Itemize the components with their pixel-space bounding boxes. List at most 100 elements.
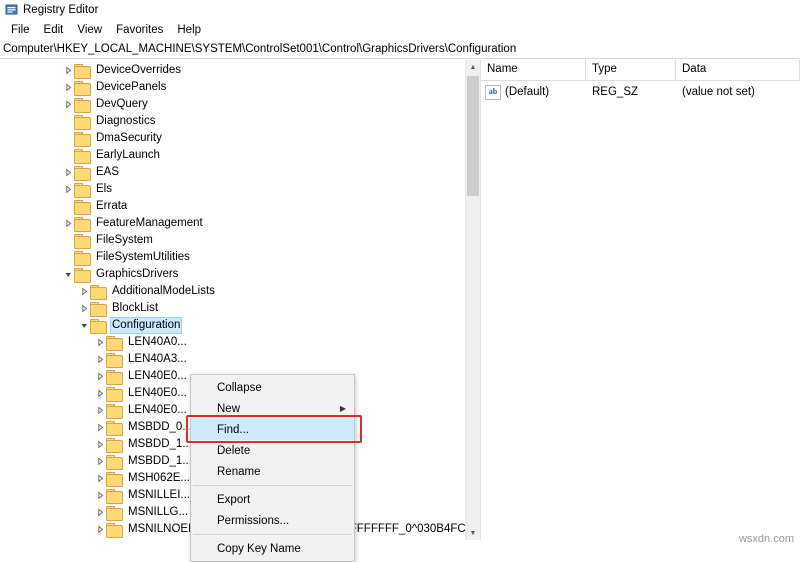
tree-node-deviceoverrides[interactable]: DeviceOverrides [0, 62, 466, 79]
tree-node-len40a0[interactable]: LEN40A0... [0, 334, 466, 351]
chevron-right-icon[interactable] [94, 538, 106, 540]
chevron-right-icon[interactable] [94, 385, 106, 402]
tree-node-label: LEN40E0... [128, 387, 187, 399]
content-area: DeviceOverrides DevicePanels DevQuery Diagn… [0, 59, 800, 562]
menu-help[interactable]: Help [170, 22, 208, 39]
context-menu[interactable]: Collapse New ▶ Find... Delete Rename Export Per… [190, 374, 355, 562]
column-header-data[interactable]: Data [676, 60, 800, 80]
folder-icon [74, 63, 91, 79]
tree-node-label: MSH062E... [128, 472, 190, 484]
menu-edit[interactable]: Edit [37, 22, 71, 39]
tree-node-devquery[interactable]: DevQuery [0, 96, 466, 113]
chevron-right-icon[interactable] [94, 487, 106, 504]
folder-icon [106, 335, 123, 351]
address-bar[interactable]: Computer\HKEY_LOCAL_MACHINE\SYSTEM\Contr… [0, 40, 800, 59]
chevron-right-icon[interactable] [94, 504, 106, 521]
chevron-right-icon[interactable] [94, 419, 106, 436]
folder-icon [74, 216, 91, 232]
folder-icon [74, 97, 91, 113]
scroll-up-arrow-icon[interactable]: ▲ [466, 60, 480, 74]
chevron-right-icon[interactable] [94, 436, 106, 453]
chevron-right-icon[interactable] [62, 96, 74, 113]
chevron-right-icon[interactable] [62, 62, 74, 79]
folder-icon [74, 199, 91, 215]
folder-icon [106, 539, 122, 540]
tree-node-dmasecurity[interactable]: DmaSecurity [0, 130, 466, 147]
scroll-thumb[interactable] [467, 76, 479, 196]
tree-node-label: MSBDD_0... [128, 421, 192, 433]
context-menu-item-collapse[interactable]: Collapse [191, 377, 354, 398]
folder-icon [74, 165, 91, 181]
tree-node-errata[interactable]: Errata [0, 198, 466, 215]
tree-node-filesystem[interactable]: FileSystem [0, 232, 466, 249]
tree-node-label: AdditionalModeLists [112, 285, 215, 297]
tree-node-additionalmodelists[interactable]: AdditionalModeLists [0, 283, 466, 300]
tree-node-label: LEN40E0... [128, 404, 187, 416]
menu-favorites[interactable]: Favorites [109, 22, 170, 39]
tree-node-els[interactable]: Els [0, 181, 466, 198]
tree-node-label: Configuration [110, 317, 183, 334]
chevron-right-icon[interactable] [62, 215, 74, 232]
tree-node-filesystemutilities[interactable]: FileSystemUtilities [0, 249, 466, 266]
values-list-pane: Name Type Data ab (Default) REG_SZ (valu… [481, 60, 800, 540]
tree-node-earlylaunch[interactable]: EarlyLaunch [0, 147, 466, 164]
context-menu-item-label: Collapse [217, 381, 262, 394]
chevron-right-icon[interactable] [94, 351, 106, 368]
chevron-right-icon[interactable] [78, 300, 90, 317]
menu-file[interactable]: File [4, 22, 37, 39]
tree-node-label: Diagnostics [96, 115, 156, 127]
context-menu-item-permissions[interactable]: Permissions... [191, 510, 354, 531]
tree-node-len40a3[interactable]: LEN40A3... [0, 351, 466, 368]
context-menu-item-rename[interactable]: Rename [191, 461, 354, 482]
folder-icon [74, 182, 91, 198]
context-menu-item-label: Find... [217, 423, 249, 436]
chevron-right-icon[interactable] [94, 470, 106, 487]
folder-icon [90, 301, 107, 317]
chevron-right-icon[interactable] [78, 283, 90, 300]
column-header-name[interactable]: Name [481, 60, 586, 80]
chevron-right-icon[interactable] [94, 402, 106, 419]
chevron-down-icon[interactable] [62, 266, 74, 283]
tree-node-label: Els [96, 183, 112, 195]
tree-node-featuremanagement[interactable]: FeatureManagement [0, 215, 466, 232]
context-menu-item-find[interactable]: Find... [191, 419, 354, 440]
chevron-right-icon[interactable] [62, 164, 74, 181]
context-menu-item-new[interactable]: New ▶ [191, 398, 354, 419]
tree-node-eas[interactable]: EAS [0, 164, 466, 181]
chevron-right-icon[interactable] [62, 79, 74, 96]
folder-icon [106, 454, 123, 470]
tree-vertical-scrollbar[interactable]: ▲ ▼ [465, 60, 480, 540]
context-menu-item-copy-key-name[interactable]: Copy Key Name [191, 538, 354, 559]
chevron-right-icon[interactable] [94, 334, 106, 351]
title-bar: Registry Editor [0, 0, 800, 21]
context-menu-item-export[interactable]: Export [191, 489, 354, 510]
tree-node-diagnostics[interactable]: Diagnostics [0, 113, 466, 130]
folder-icon [106, 420, 123, 436]
tree-node-label: LEN40A0... [128, 336, 187, 348]
folder-icon [74, 148, 91, 164]
column-header-type[interactable]: Type [586, 60, 676, 80]
folder-icon [74, 114, 91, 130]
folder-icon [74, 267, 91, 283]
menu-view[interactable]: View [70, 22, 109, 39]
tree-node-label: DmaSecurity [96, 132, 162, 144]
chevron-right-icon[interactable] [94, 368, 106, 385]
context-menu-item-delete[interactable]: Delete [191, 440, 354, 461]
chevron-right-icon[interactable] [94, 453, 106, 470]
tree-node-configuration[interactable]: Configuration [0, 317, 466, 334]
tree-node-devicepanels[interactable]: DevicePanels [0, 79, 466, 96]
watermark: wsxdn.com [738, 533, 794, 545]
window-title: Registry Editor [23, 4, 99, 16]
tree-node-graphicsdrivers[interactable]: GraphicsDrivers [0, 266, 466, 283]
context-menu-item-label: Rename [217, 465, 261, 478]
chevron-down-icon[interactable] [78, 317, 90, 334]
tree-node-blocklist[interactable]: BlockList [0, 300, 466, 317]
scroll-down-arrow-icon[interactable]: ▼ [466, 526, 480, 540]
table-row[interactable]: ab (Default) REG_SZ (value not set) [481, 81, 800, 101]
chevron-right-icon[interactable] [62, 181, 74, 198]
tree-node-label: DeviceOverrides [96, 64, 181, 76]
tree-node-label: FileSystem [96, 234, 153, 246]
chevron-right-icon[interactable] [94, 521, 106, 538]
